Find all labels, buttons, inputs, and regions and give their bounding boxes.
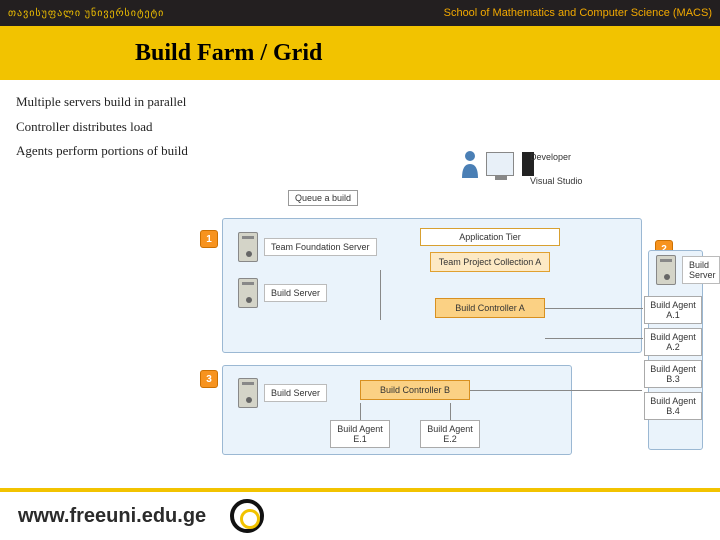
build-server-label: Build Server xyxy=(682,256,720,284)
bullet-item: Controller distributes load xyxy=(16,115,316,140)
build-agent-a2: Build Agent A.2 xyxy=(644,328,702,356)
connector-line xyxy=(360,403,361,420)
person-icon xyxy=(460,150,480,178)
queue-build-label: Queue a build xyxy=(288,190,358,206)
server-icon xyxy=(238,278,258,308)
developer-block xyxy=(460,150,534,178)
team-project-collection: Team Project Collection A xyxy=(430,252,550,272)
build-agent-b4: Build Agent B.4 xyxy=(644,392,702,420)
build-controller-b: Build Controller B xyxy=(360,380,470,400)
footer-bar: www.freeuni.edu.ge xyxy=(0,488,720,540)
badge-1: 1 xyxy=(200,230,218,248)
application-tier-label: Application Tier xyxy=(420,228,560,246)
tfs-server: Team Foundation Server xyxy=(238,232,377,262)
connector-line xyxy=(380,270,381,320)
build-agent-a1: Build Agent A.1 xyxy=(644,296,702,324)
header-left-text: თავისუფალი უნივერსიტეტი xyxy=(8,8,164,19)
header-bar: თავისუფალი უნივერსიტეტი School of Mathem… xyxy=(0,0,720,26)
server-icon xyxy=(656,255,676,285)
connector-line xyxy=(545,308,643,309)
monitor-icon xyxy=(486,152,514,176)
visual-studio-label: Visual Studio xyxy=(530,176,582,186)
architecture-diagram: Developer Visual Studio Queue a build 1 … xyxy=(180,150,700,480)
server-icon xyxy=(238,232,258,262)
server-icon xyxy=(238,378,258,408)
bullet-item: Multiple servers build in parallel xyxy=(16,90,316,115)
build-agent-e1: Build Agent E.1 xyxy=(330,420,390,448)
build-server-label: Build Server xyxy=(264,284,327,302)
connector-line xyxy=(545,338,643,339)
build-server-3: Build Server xyxy=(238,378,327,408)
connector-line xyxy=(470,390,642,391)
badge-3: 3 xyxy=(200,370,218,388)
build-agent-e2: Build Agent E.2 xyxy=(420,420,480,448)
header-right-text: School of Mathematics and Computer Scien… xyxy=(444,7,712,19)
tfs-label: Team Foundation Server xyxy=(264,238,377,256)
connector-line xyxy=(450,403,451,420)
footer-url: www.freeuni.edu.ge xyxy=(18,505,206,528)
build-server-label: Build Server xyxy=(264,384,327,402)
developer-label: Developer xyxy=(530,152,571,162)
footer-logo-icon xyxy=(230,499,264,533)
slide-content: Multiple servers build in parallel Contr… xyxy=(0,80,720,470)
slide-title: Build Farm / Grid xyxy=(0,26,720,80)
title-text: Build Farm / Grid xyxy=(135,40,322,67)
build-server-1: Build Server xyxy=(238,278,327,308)
build-server-2: Build Server xyxy=(656,255,720,285)
build-agent-b3: Build Agent B.3 xyxy=(644,360,702,388)
build-controller-a: Build Controller A xyxy=(435,298,545,318)
